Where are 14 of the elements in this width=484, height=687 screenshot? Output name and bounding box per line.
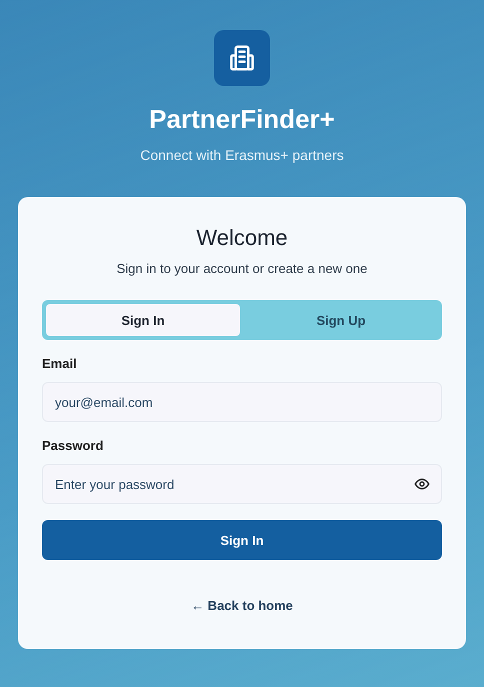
- eye-icon[interactable]: [414, 476, 430, 492]
- app-title: PartnerFinder+: [149, 104, 335, 135]
- input-field[interactable]: your@email.com: [42, 382, 442, 422]
- tab[interactable]: Sign Up: [244, 304, 438, 336]
- tab[interactable]: Sign In: [46, 304, 240, 336]
- app-subtitle: Connect with Erasmus+ partners: [140, 147, 344, 163]
- field-label: Password: [42, 438, 104, 453]
- field-label: Email: [42, 356, 78, 371]
- building-icon: [214, 30, 270, 86]
- input-field[interactable]: Enter your password: [42, 464, 442, 504]
- card-title: Welcome: [195, 225, 289, 251]
- back-link[interactable]: ← Back to home: [191, 598, 293, 613]
- card-subtitle: Sign in to your account or create a new one: [116, 261, 368, 276]
- sign-in-button[interactable]: Sign In: [42, 520, 442, 560]
